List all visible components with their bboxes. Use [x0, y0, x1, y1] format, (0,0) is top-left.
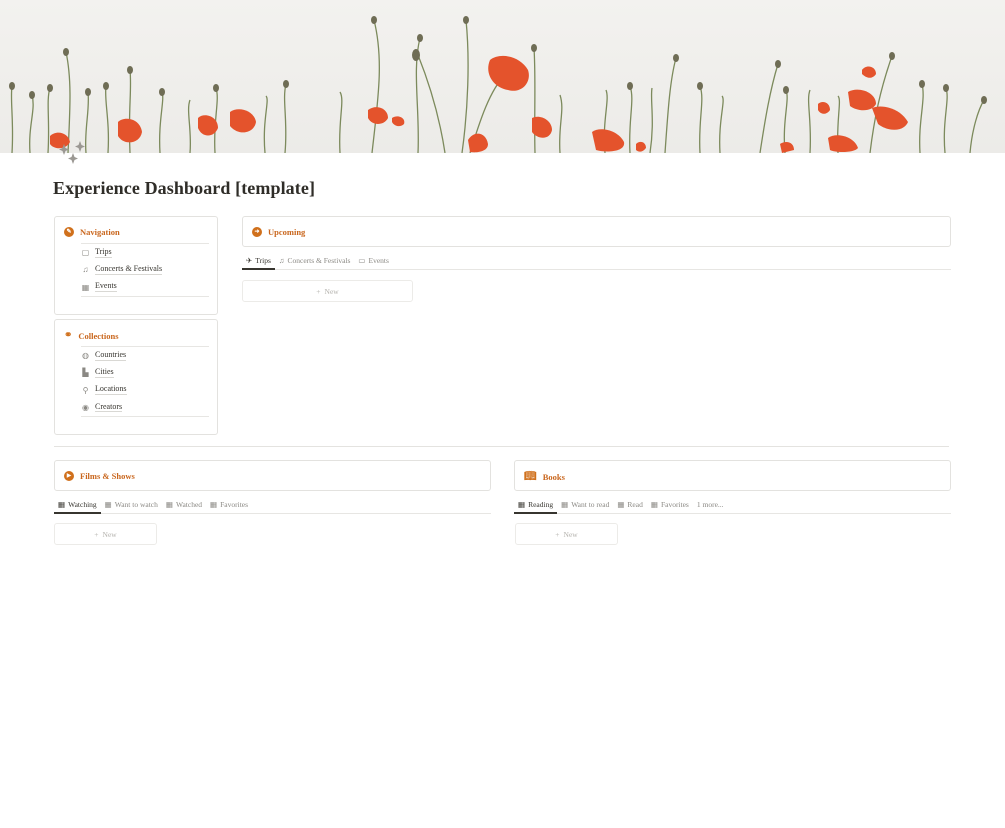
- navigation-card: ✎ Navigation ▢ Trips ♫ Concerts & Festiv…: [54, 216, 218, 315]
- tab-want-to-watch[interactable]: ▦ Want to watch: [101, 495, 162, 513]
- open-book-icon: 📖︎: [524, 471, 537, 482]
- collection-item-cities[interactable]: ▙ Cities: [81, 364, 209, 381]
- upcoming-new-button[interactable]: + New: [242, 280, 413, 302]
- gallery-icon: ▦: [617, 499, 625, 509]
- books-tabs: ▦ Reading ▦ Want to read ▦ Read ▦ Favori…: [514, 495, 951, 514]
- plus-icon: +: [316, 286, 321, 296]
- compass-icon: ✎: [64, 227, 74, 237]
- tab-favorites[interactable]: ▦ Favorites: [206, 495, 252, 513]
- gallery-icon: ▦: [210, 499, 218, 509]
- collections-header: ⚭ Collections: [64, 330, 119, 341]
- collection-item-countries[interactable]: ◍ Countries: [81, 347, 209, 364]
- person-icon: ◉: [82, 403, 89, 413]
- notebook-icon: ▢: [81, 248, 90, 258]
- nav-item-trips[interactable]: ▢ Trips: [81, 244, 209, 261]
- sparkle-icon[interactable]: [56, 138, 90, 168]
- navigation-header: ✎ Navigation: [64, 227, 120, 237]
- collection-item-locations[interactable]: ⚲ Locations: [81, 382, 209, 399]
- calendar-icon: ▭: [358, 255, 366, 265]
- poppy-field-illustration: [9, 16, 987, 153]
- gallery-icon: ▦: [561, 499, 569, 509]
- collections-title: Collections: [78, 330, 119, 341]
- tab-watched[interactable]: ▦ Watched: [162, 495, 206, 513]
- section-divider: [54, 446, 949, 447]
- collection-item-creators[interactable]: ◉ Creators: [81, 399, 209, 416]
- upcoming-title: Upcoming: [268, 227, 306, 237]
- play-circle-icon: ▶: [64, 471, 74, 481]
- tab-want-to-read[interactable]: ▦ Want to read: [557, 495, 613, 513]
- collections-card: ⚭ Collections ◍ Countries ▙ Cities ⚲ Loc…: [54, 319, 218, 435]
- gallery-icon: ▦: [104, 499, 112, 509]
- films-header: ▶ Films & Shows: [64, 471, 135, 481]
- music-note-icon: ♫: [82, 265, 89, 275]
- gallery-icon: ▦: [650, 499, 658, 509]
- plus-icon: +: [94, 529, 99, 539]
- airplane-icon: ✈: [246, 255, 253, 265]
- tab-more[interactable]: 1 more...: [693, 495, 728, 513]
- navigation-list: ▢ Trips ♫ Concerts & Festivals ▦ Events: [81, 243, 209, 297]
- gallery-icon: ▦: [58, 499, 66, 509]
- films-card: ▶ Films & Shows: [54, 460, 491, 491]
- link-icon: ⚭: [64, 330, 73, 341]
- arrow-circle-icon: ➜: [252, 227, 262, 237]
- globe-icon: ◍: [82, 351, 89, 361]
- navigation-title: Navigation: [80, 227, 120, 237]
- city-icon: ▙: [82, 368, 89, 378]
- tab-favorites[interactable]: ▦ Favorites: [647, 495, 693, 513]
- collections-list: ◍ Countries ▙ Cities ⚲ Locations ◉ Creat…: [81, 346, 209, 418]
- films-title: Films & Shows: [80, 471, 135, 481]
- films-tabs: ▦ Watching ▦ Want to watch ▦ Watched ▦ F…: [54, 495, 491, 514]
- gallery-icon: ▦: [518, 499, 526, 509]
- tab-watching[interactable]: ▦ Watching: [54, 495, 101, 514]
- plus-icon: +: [555, 529, 560, 539]
- books-card: 📖︎ Books: [514, 460, 951, 491]
- upcoming-header: ➜ Upcoming: [252, 227, 305, 237]
- books-title: Books: [542, 471, 565, 482]
- music-note-icon: ♫: [278, 255, 285, 265]
- calendar-folder-icon: ▦: [81, 282, 90, 292]
- films-new-button[interactable]: + New: [54, 523, 157, 545]
- page-title: Experience Dashboard [template]: [53, 178, 316, 198]
- tab-reading[interactable]: ▦ Reading: [514, 495, 558, 514]
- nav-item-events[interactable]: ▦ Events: [81, 279, 209, 296]
- books-header: 📖︎ Books: [524, 471, 565, 482]
- tab-trips[interactable]: ✈ Trips: [242, 251, 275, 270]
- upcoming-tabs: ✈ Trips ♫ Concerts & Festivals ▭ Events: [242, 251, 951, 270]
- nav-item-concerts[interactable]: ♫ Concerts & Festivals: [81, 261, 209, 278]
- books-new-button[interactable]: + New: [515, 523, 618, 545]
- cover-image: [0, 0, 1005, 153]
- map-pin-icon: ⚲: [82, 385, 89, 395]
- tab-concerts-festivals[interactable]: ♫ Concerts & Festivals: [275, 251, 355, 269]
- tab-read[interactable]: ▦ Read: [613, 495, 647, 513]
- gallery-icon: ▦: [165, 499, 173, 509]
- tab-events[interactable]: ▭ Events: [354, 251, 393, 269]
- upcoming-card: ➜ Upcoming: [242, 216, 951, 247]
